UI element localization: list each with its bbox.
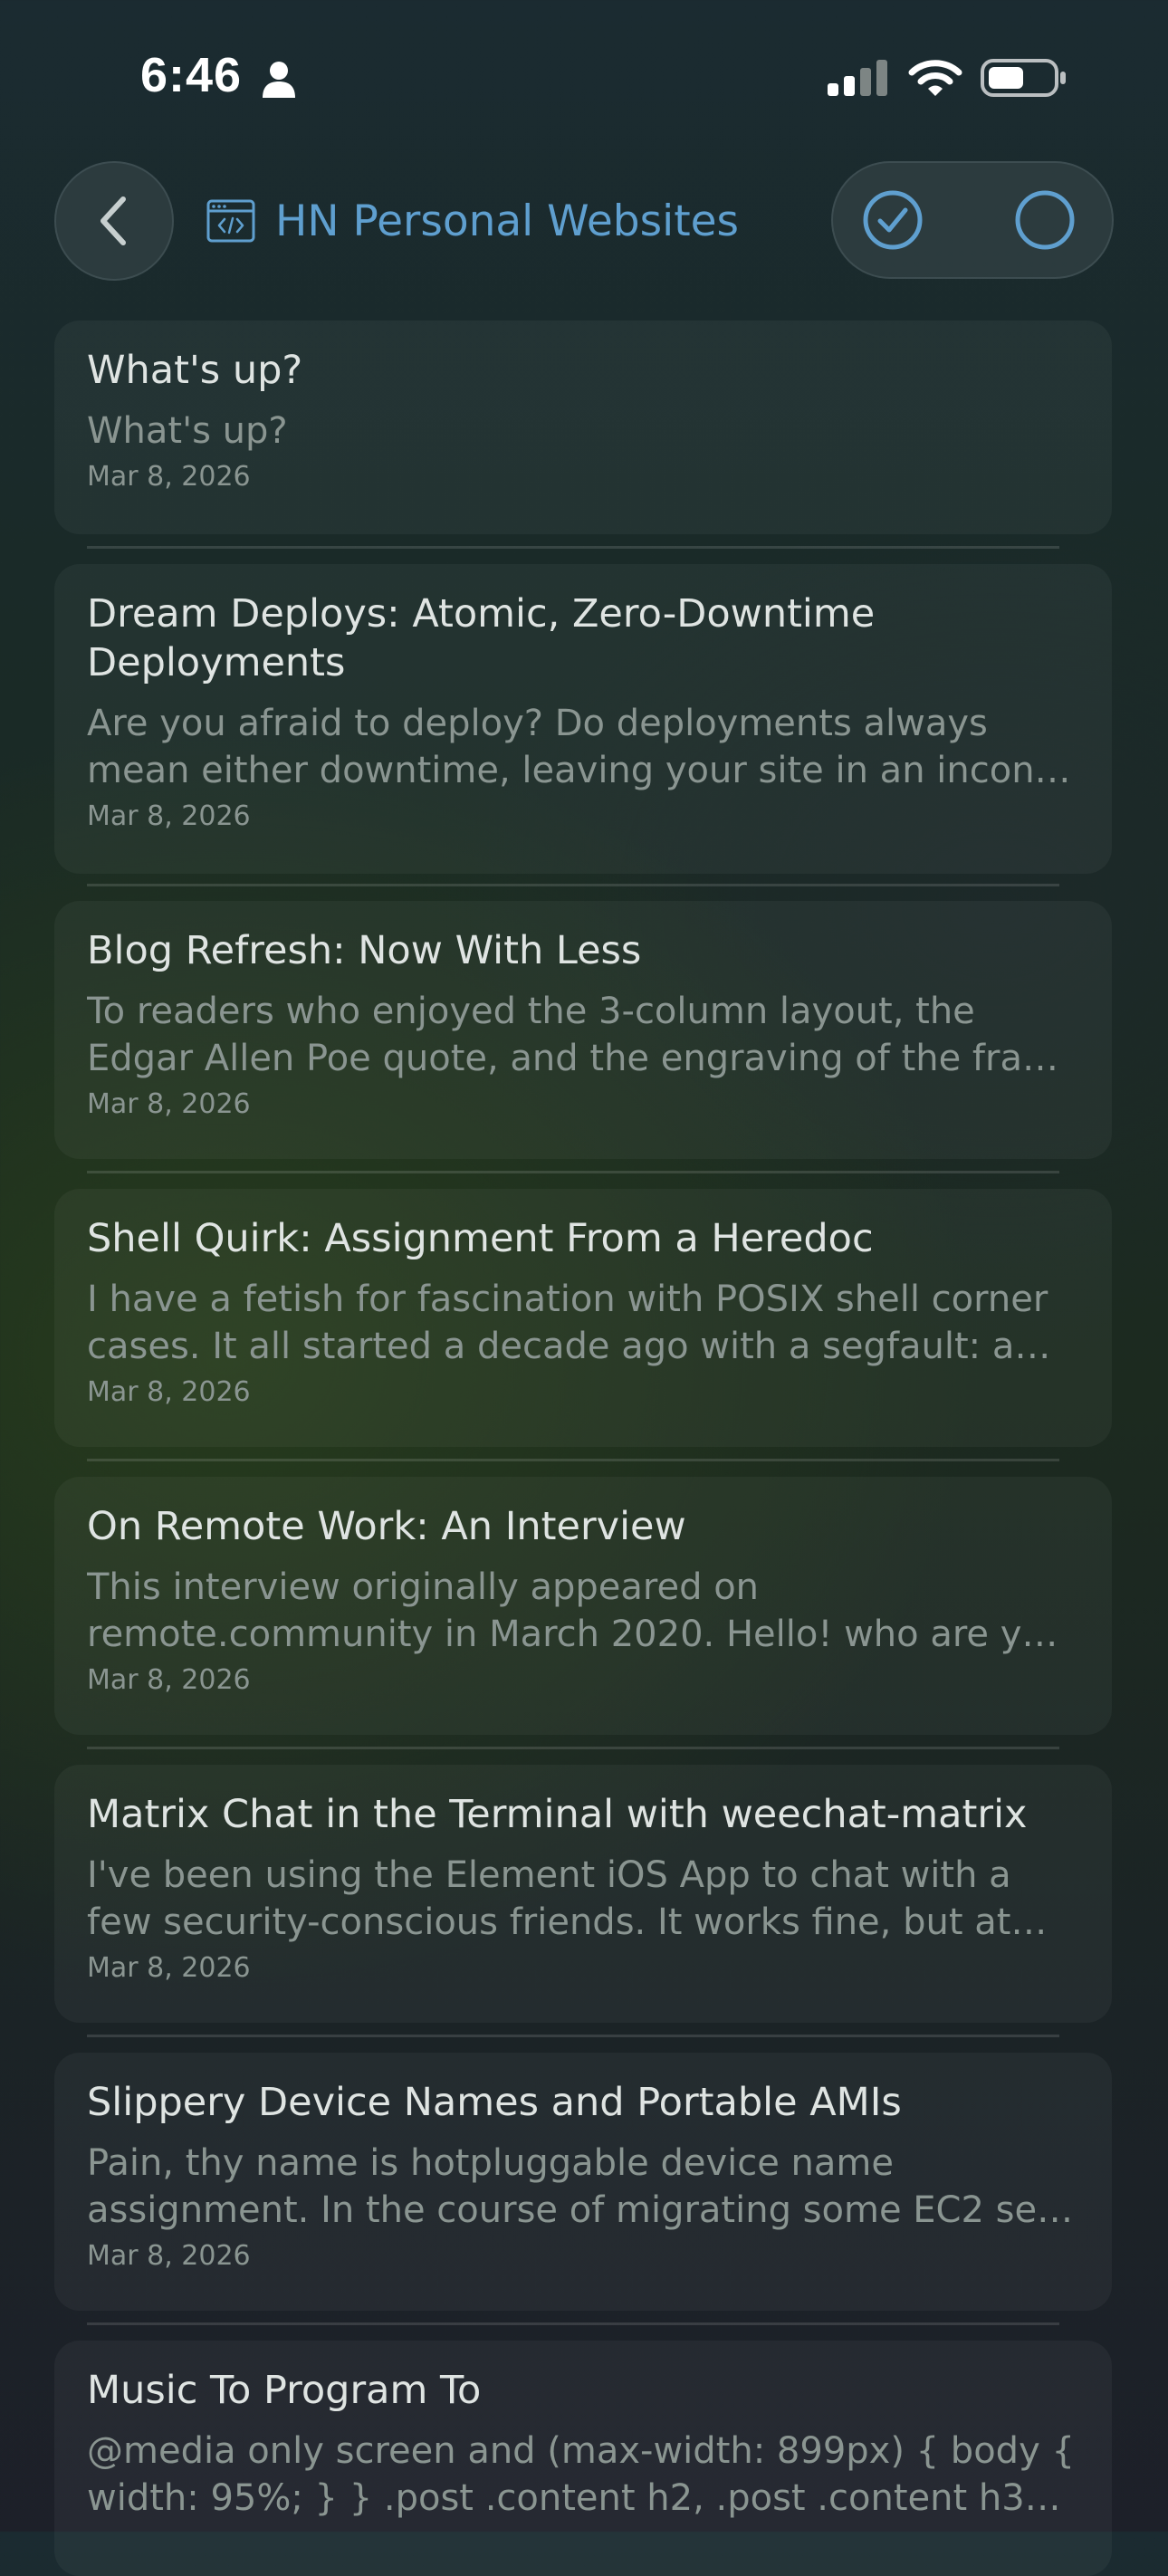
- article-summary: This interview originally appeared on re…: [87, 1566, 1058, 1655]
- article-date: Mar 8, 2026: [87, 1952, 251, 1984]
- divider: [87, 1747, 1059, 1749]
- article-date: Mar 8, 2026: [87, 461, 251, 493]
- article-summary: I've been using the Element iOS App to c…: [87, 1854, 1048, 1943]
- article-card[interactable]: Matrix Chat in the Terminal with weechat…: [54, 1765, 1112, 2023]
- article-title: Shell Quirk: Assignment From a Heredoc: [87, 1216, 874, 1261]
- article-card[interactable]: Music To Program To @media only screen a…: [54, 2341, 1112, 2576]
- article-summary: To readers who enjoyed the 3-column layo…: [87, 991, 1058, 1079]
- article-title: Blog Refresh: Now With Less: [87, 928, 642, 973]
- divider: [87, 2035, 1059, 2037]
- article-summary: I have a fetish for fascination with POS…: [87, 1278, 1048, 1367]
- article-card[interactable]: Blog Refresh: Now With Less To readers w…: [54, 901, 1112, 1159]
- article-card[interactable]: Shell Quirk: Assignment From a Heredoc I…: [54, 1189, 1112, 1447]
- article-title: Slippery Device Names and Portable AMIs: [87, 2080, 902, 2125]
- article-card[interactable]: Dream Deploys: Atomic, Zero-Downtime Dep…: [54, 564, 1112, 874]
- article-title: What's up?: [87, 348, 303, 393]
- article-date: Mar 8, 2026: [87, 1376, 251, 1408]
- article-title: Dream Deploys: Atomic, Zero-Downtime Dep…: [87, 591, 876, 685]
- article-date: Mar 8, 2026: [87, 800, 251, 832]
- divider: [87, 1171, 1059, 1173]
- divider: [87, 2322, 1059, 2325]
- article-date: Mar 8, 2026: [87, 1664, 251, 1696]
- article-summary: Are you afraid to deploy? Do deployments…: [87, 703, 1071, 791]
- article-list: What's up? What's up? Mar 8, 2026 Dream …: [0, 0, 1168, 2576]
- article-card[interactable]: What's up? What's up? Mar 8, 2026: [54, 321, 1112, 534]
- article-date: Mar 8, 2026: [87, 2240, 251, 2272]
- article-summary: @media only screen and (max-width: 899px…: [87, 2430, 1075, 2519]
- article-card[interactable]: Slippery Device Names and Portable AMIs …: [54, 2053, 1112, 2311]
- article-card[interactable]: On Remote Work: An Interview This interv…: [54, 1477, 1112, 1735]
- article-summary: What's up?: [87, 410, 288, 452]
- divider: [87, 884, 1059, 886]
- divider: [87, 1459, 1059, 1461]
- divider: [87, 546, 1059, 549]
- article-summary: Pain, thy name is hotpluggable device na…: [87, 2142, 1074, 2231]
- article-title: On Remote Work: An Interview: [87, 1504, 686, 1549]
- article-date: Mar 8, 2026: [87, 1088, 251, 1120]
- article-title: Matrix Chat in the Terminal with weechat…: [87, 1792, 1028, 1837]
- article-title: Music To Program To: [87, 2368, 482, 2413]
